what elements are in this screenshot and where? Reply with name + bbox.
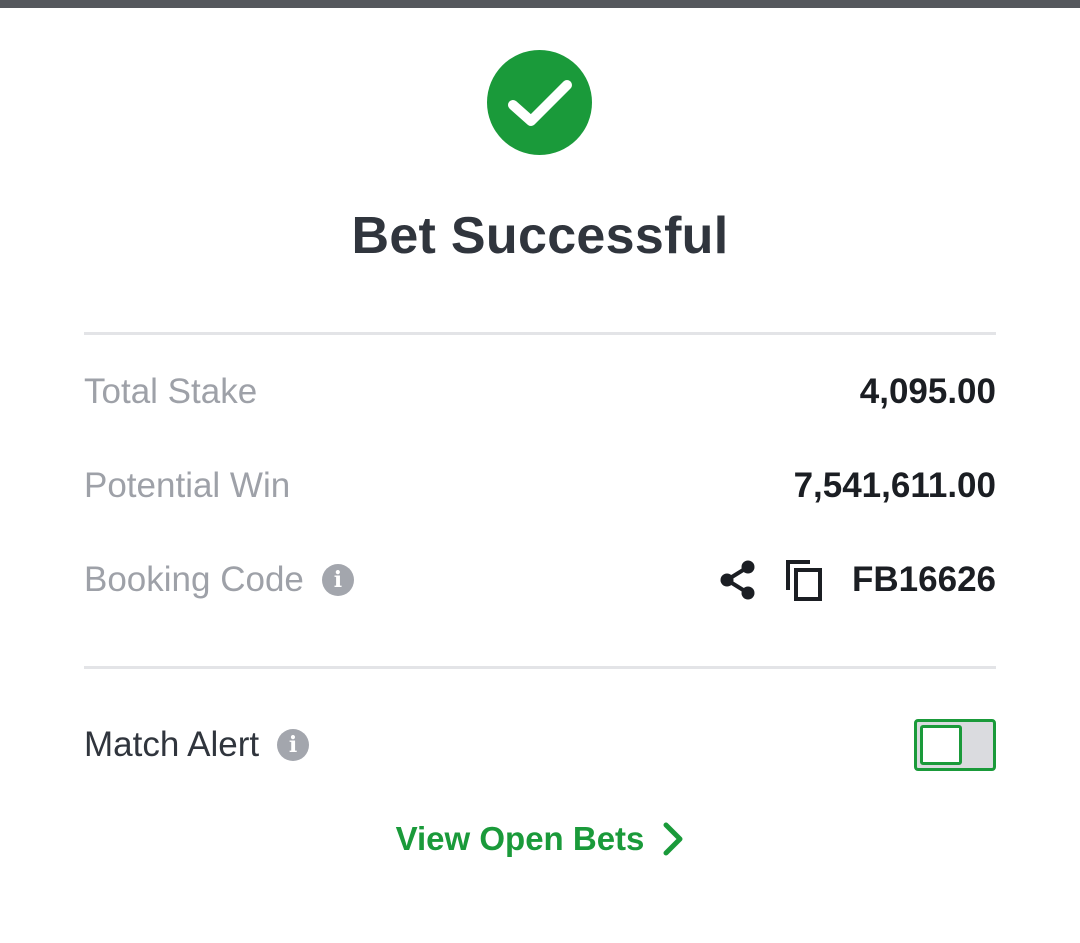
page-title: Bet Successful: [351, 207, 729, 265]
check-circle-icon: [487, 50, 592, 155]
total-stake-label: Total Stake: [84, 372, 258, 411]
chevron-right-icon: [662, 822, 684, 856]
match-alert-label-group: Match Alert i: [84, 725, 310, 765]
share-icon[interactable]: [716, 556, 760, 604]
view-open-bets-link[interactable]: View Open Bets: [0, 820, 1080, 858]
booking-code-label-group: Booking Code i: [84, 560, 354, 600]
booking-code-row: Booking Code i FB16626: [84, 550, 996, 610]
toggle-knob: [920, 725, 962, 765]
divider-top: [84, 332, 996, 335]
bet-success-sheet: Bet Successful Total Stake 4,095.00 Pote…: [0, 8, 1080, 943]
potential-win-value: 7,541,611.00: [793, 466, 996, 505]
total-stake-row: Total Stake 4,095.00: [84, 362, 996, 422]
total-stake-value: 4,095.00: [859, 372, 996, 411]
copy-icon[interactable]: [782, 556, 826, 604]
potential-win-row: Potential Win 7,541,611.00: [84, 456, 996, 516]
divider-bottom: [84, 666, 996, 669]
booking-code-label: Booking Code: [84, 560, 304, 599]
potential-win-label: Potential Win: [84, 466, 291, 505]
info-icon[interactable]: i: [321, 564, 354, 596]
match-alert-toggle[interactable]: [914, 719, 996, 771]
match-alert-row: Match Alert i: [84, 715, 996, 775]
info-icon[interactable]: i: [277, 729, 310, 761]
status-bar-strip: [0, 0, 1080, 8]
booking-code-value[interactable]: FB16626: [852, 560, 996, 600]
booking-code-actions: FB16626: [716, 556, 996, 604]
view-open-bets-label: View Open Bets: [395, 820, 645, 857]
match-alert-label: Match Alert: [84, 725, 260, 764]
